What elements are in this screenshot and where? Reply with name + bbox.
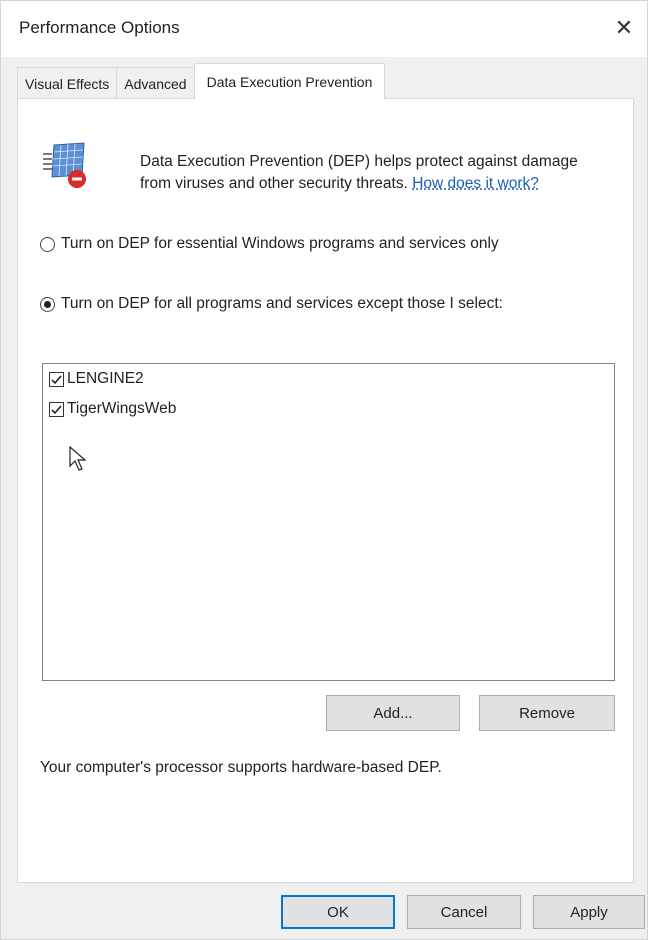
mouse-pointer-icon [69,446,87,471]
performance-options-dialog: Performance Options ✕ Visual Effects Adv… [0,0,648,940]
tab-visual-effects[interactable]: Visual Effects [17,67,118,99]
cancel-button[interactable]: Cancel [407,895,521,929]
exception-checkbox[interactable] [49,371,64,387]
exception-label: TigerWingsWeb [67,400,177,417]
radio-all-programs-label: Turn on DEP for all programs and service… [61,295,503,312]
title-bar: Performance Options ✕ [1,1,647,57]
exception-label: LENGINE2 [67,370,144,387]
dep-description: Data Execution Prevention (DEP) helps pr… [140,151,610,195]
dep-essential-only-option[interactable]: Turn on DEP for essential Windows progra… [40,235,499,253]
add-button[interactable]: Add... [326,695,460,731]
radio-essential-only[interactable] [40,236,55,252]
list-item[interactable]: LENGINE2 [49,370,144,388]
radio-essential-only-label: Turn on DEP for essential Windows progra… [61,235,499,252]
dep-exceptions-list[interactable]: LENGINE2 TigerWingsWeb [42,363,615,681]
ok-button[interactable]: OK [281,895,395,929]
exception-checkbox[interactable] [49,401,64,417]
close-icon: ✕ [614,15,634,40]
dep-shield-icon [43,142,86,188]
checkmark-icon [51,404,62,414]
tab-data-execution-prevention[interactable]: Data Execution Prevention [193,63,386,99]
radio-all-programs[interactable] [40,296,55,312]
close-button[interactable]: ✕ [607,11,641,45]
tab-strip: Visual Effects Advanced Data Execution P… [17,63,386,99]
apply-button[interactable]: Apply [533,895,645,929]
checkmark-icon [51,374,62,384]
dep-tab-panel: Data Execution Prevention (DEP) helps pr… [17,98,634,883]
window-title: Performance Options [19,18,180,37]
tab-advanced[interactable]: Advanced [116,67,195,99]
remove-button[interactable]: Remove [479,695,615,731]
how-does-it-work-link[interactable]: How does it work? [412,175,539,192]
list-item[interactable]: TigerWingsWeb [49,400,176,418]
dep-all-programs-option[interactable]: Turn on DEP for all programs and service… [40,295,503,313]
hardware-dep-note: Your computer's processor supports hardw… [40,759,442,776]
